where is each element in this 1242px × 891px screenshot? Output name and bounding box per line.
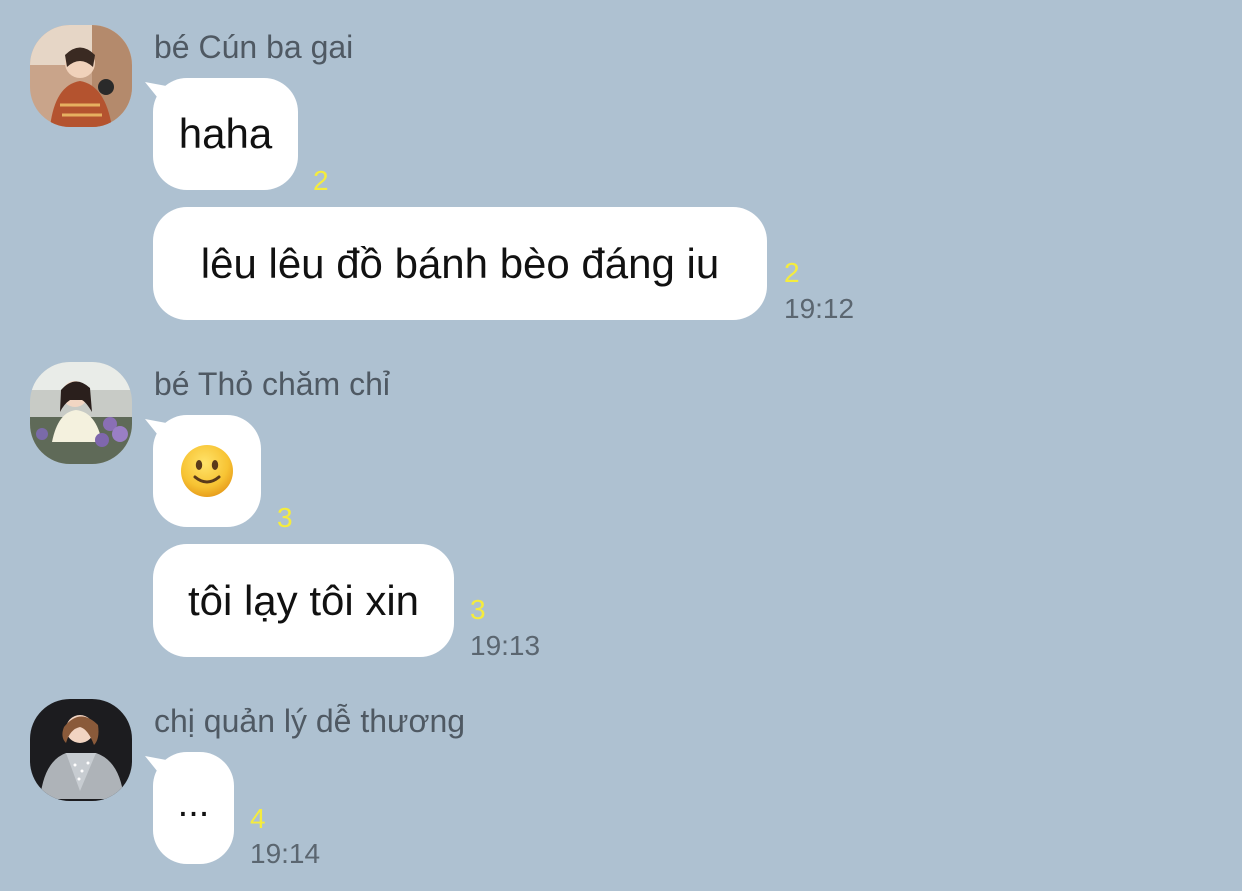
sender-name: bé Cún ba gai bbox=[154, 29, 354, 65]
read-count: 2 bbox=[313, 165, 329, 196]
sender-avatar[interactable] bbox=[30, 699, 132, 801]
message-bubble[interactable]: tôi lạy tôi xin bbox=[153, 544, 454, 657]
read-count: 4 bbox=[250, 803, 266, 834]
message-timestamp: 19:12 bbox=[784, 293, 855, 324]
message-text: tôi lạy tôi xin bbox=[187, 576, 420, 624]
message-text: ... bbox=[177, 782, 210, 825]
avatar-photo bbox=[30, 362, 132, 464]
message-text: haha bbox=[178, 110, 273, 157]
message-timestamp: 19:14 bbox=[250, 838, 321, 869]
message-bubble[interactable] bbox=[153, 415, 261, 527]
message-bubble[interactable]: lêu lêu đồ bánh bèo đáng iu bbox=[153, 207, 767, 320]
sender-name: chị quản lý dễ thương bbox=[154, 703, 466, 739]
chat-message-list[interactable]: bé Cún ba gai haha 2 lêu lêu đồ bánh bèo… bbox=[0, 0, 1242, 891]
slightly-smiling-face-icon bbox=[181, 445, 233, 497]
avatar-photo bbox=[30, 25, 132, 127]
read-count: 2 bbox=[784, 257, 800, 288]
sender-avatar[interactable] bbox=[30, 362, 132, 464]
read-count: 3 bbox=[470, 594, 486, 625]
message-text: lêu lêu đồ bánh bèo đáng iu bbox=[200, 239, 720, 287]
sender-avatar[interactable] bbox=[30, 25, 132, 127]
message-bubble[interactable]: ... bbox=[153, 752, 234, 864]
message-bubble[interactable]: haha bbox=[153, 78, 298, 190]
message-timestamp: 19:13 bbox=[470, 630, 541, 661]
sender-name: bé Thỏ chăm chỉ bbox=[154, 366, 390, 402]
read-count: 3 bbox=[277, 502, 293, 533]
avatar-photo bbox=[30, 699, 132, 801]
